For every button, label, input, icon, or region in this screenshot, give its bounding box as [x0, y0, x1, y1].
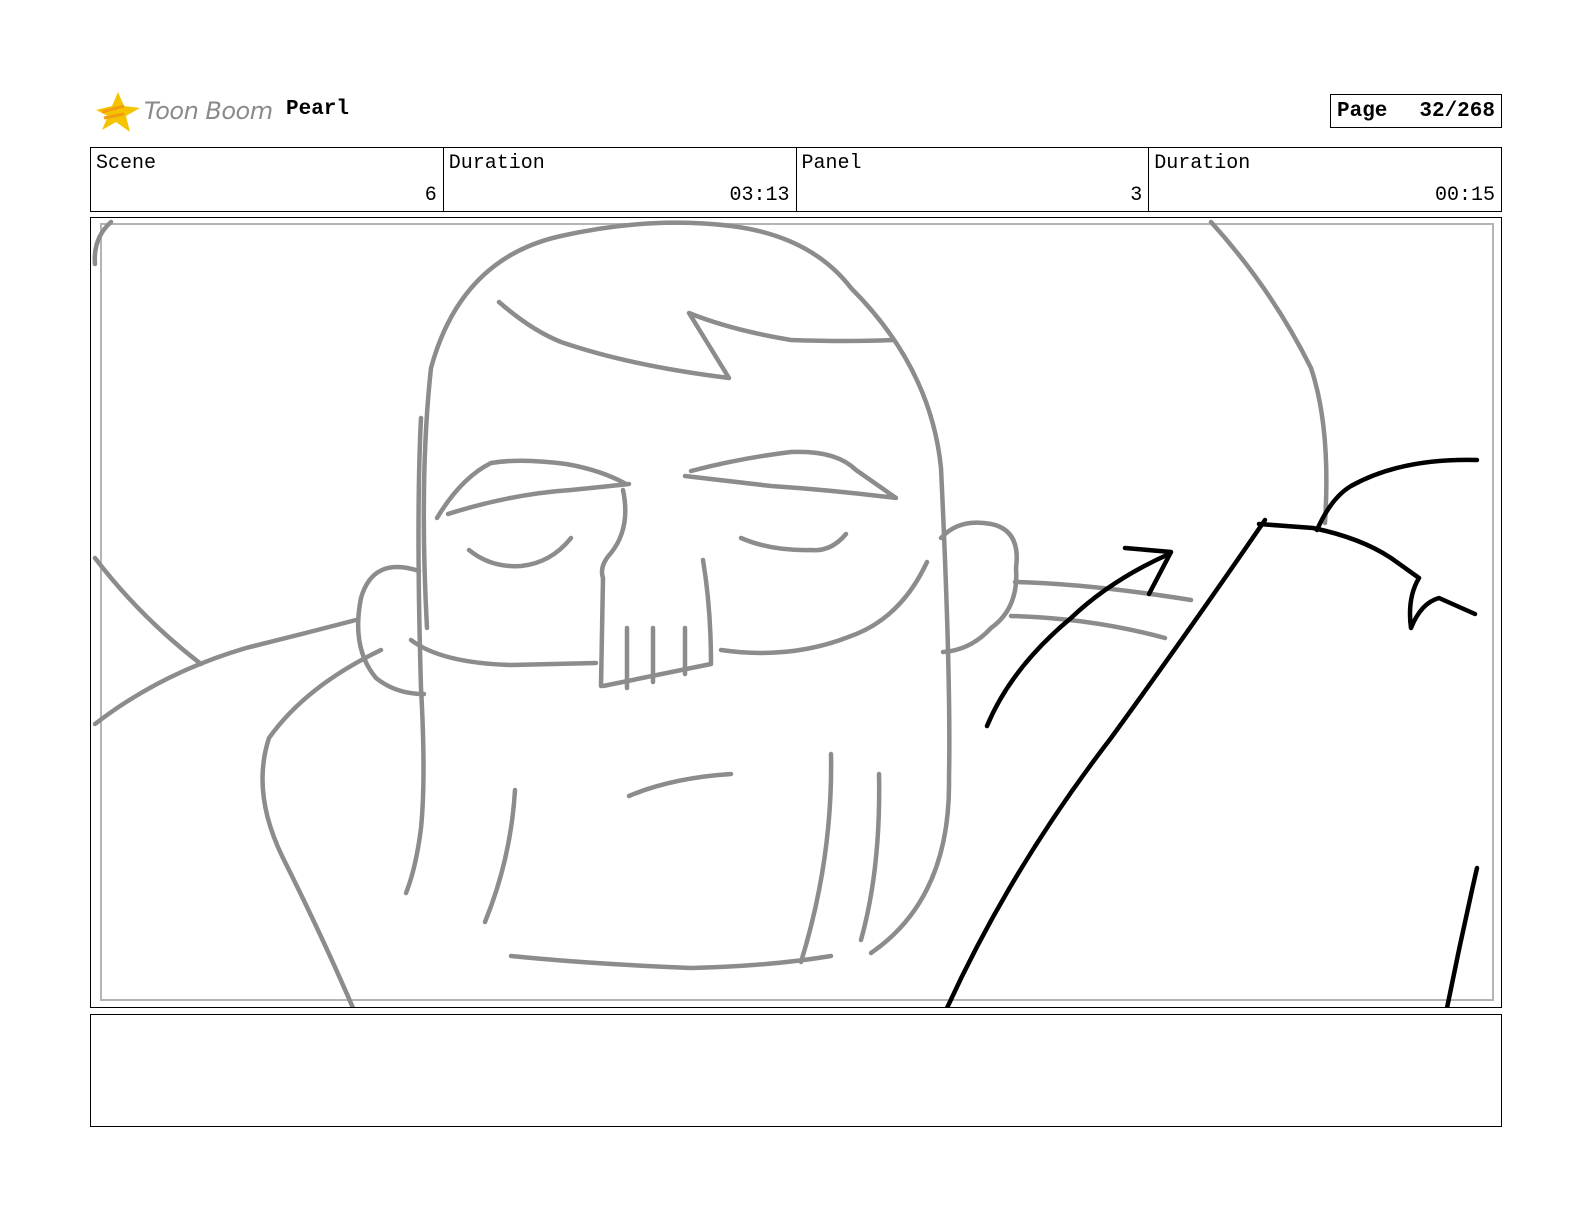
star-burst-icon: [96, 92, 140, 132]
character-sketch: [92, 219, 1329, 1007]
panel-label: Panel: [801, 152, 862, 175]
chin-line-left: [482, 787, 518, 925]
scene-label: Scene: [96, 152, 157, 175]
mouth: [626, 771, 734, 799]
panel-duration-cell: Duration 00:15: [1149, 148, 1501, 211]
nose-right: [600, 557, 714, 689]
project-title: Pearl: [286, 98, 350, 121]
shoulder-left: [92, 617, 359, 727]
nose-left: [598, 487, 628, 689]
ear-left: [355, 564, 427, 697]
cheek-left: [403, 415, 426, 896]
foreground-sketch: [944, 457, 1480, 1007]
chin-line-mid: [798, 751, 834, 965]
eye-left: [466, 535, 574, 569]
foreground-arm: [1256, 521, 1478, 631]
page-indicator: Page 32/268: [1330, 94, 1502, 128]
scene-duration-cell: Duration 03:13: [444, 148, 797, 211]
page-label: Page: [1337, 99, 1388, 123]
panel-value: 3: [1130, 184, 1143, 207]
bg-arc-right: [1208, 219, 1329, 526]
storyboard-panel: [90, 217, 1502, 1008]
scene-duration-value: 03:13: [729, 184, 790, 207]
bg-arc-left: [92, 555, 204, 667]
eye-right: [738, 531, 849, 553]
panel-sketch: [92, 219, 1494, 1007]
strap-lower: [1008, 613, 1168, 641]
panel-duration-value: 00:15: [1434, 184, 1495, 207]
scene-duration-label: Duration: [448, 152, 545, 175]
logo-text: Toon Boom: [144, 97, 273, 125]
panel-cell: Panel 3: [797, 148, 1150, 211]
scene-value: 6: [424, 184, 437, 207]
ear-right: [938, 520, 1019, 655]
page-number: 32/268: [1419, 99, 1495, 123]
storyboard-header: Toon Boom Pearl Page 32/268: [90, 84, 1502, 140]
foreground-back: [1314, 457, 1480, 533]
hair-tuft: [496, 299, 896, 381]
head-outline: [421, 220, 952, 956]
brow-left-lower: [445, 481, 632, 517]
panel-duration-label: Duration: [1154, 152, 1251, 175]
foreground-shoulder: [944, 517, 1268, 1007]
scene-cell: Scene 6: [91, 148, 444, 211]
brow-right: [682, 449, 899, 501]
panel-info-table: Scene 6 Duration 03:13 Panel 3 Duration …: [90, 147, 1502, 212]
jowl-right: [718, 559, 930, 656]
jowl-left: [408, 637, 599, 668]
neck-bottom: [508, 953, 834, 971]
panel-notes: [90, 1014, 1502, 1127]
toon-boom-logo: Toon Boom: [94, 88, 274, 136]
arm-left: [260, 647, 384, 1007]
bg-arc-left-top: [92, 219, 114, 267]
chin-line-right: [858, 771, 882, 943]
foreground-edge: [1444, 865, 1480, 1007]
